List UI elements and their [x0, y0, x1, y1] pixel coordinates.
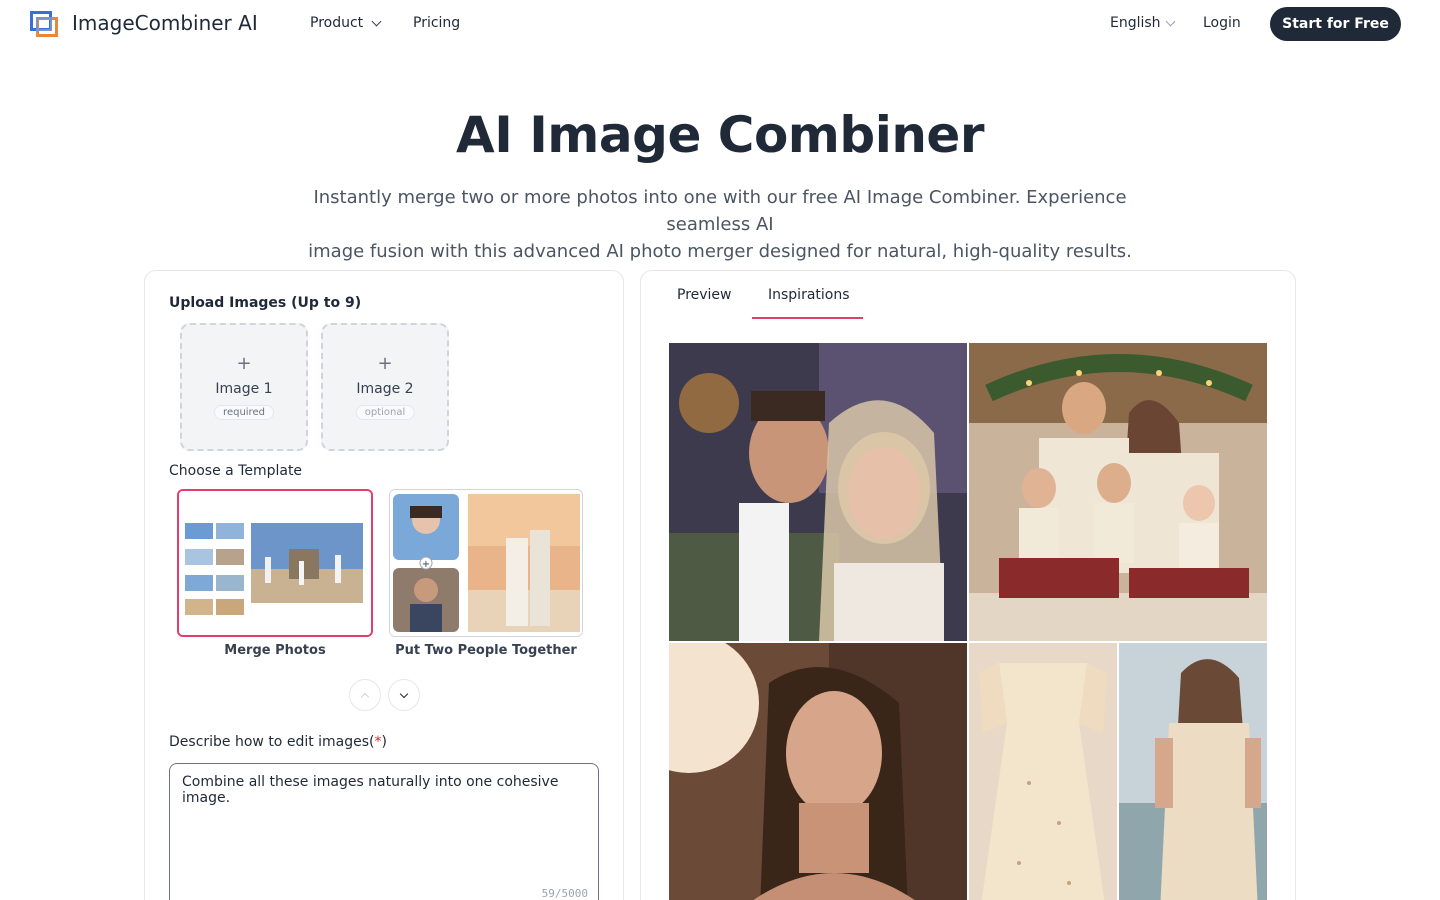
svg-text:+: + [422, 559, 430, 570]
chevron-down-icon [399, 689, 409, 698]
nav-pricing[interactable]: Pricing [413, 15, 460, 31]
template-label: Choose a Template [169, 463, 303, 479]
template-two-people[interactable]: + [389, 489, 583, 637]
prompt-textarea[interactable]: Combine all these images naturally into … [169, 763, 599, 900]
language-select[interactable]: English [1110, 15, 1176, 31]
tab-inspirations[interactable]: Inspirations [768, 287, 850, 303]
logo-icon[interactable] [30, 11, 58, 37]
inspiration-family-image[interactable] [969, 343, 1267, 641]
nav-product-label: Product [310, 15, 364, 31]
preview-panel: Preview Inspirations [640, 270, 1296, 900]
template-label-merge-photos: Merge Photos [224, 643, 326, 658]
scroll-up-button[interactable] [349, 679, 381, 711]
character-counter: 59/5000 [541, 887, 588, 900]
inspiration-model-image[interactable] [1119, 643, 1267, 900]
brand-name[interactable]: ImageCombiner AI [72, 11, 258, 35]
plus-icon: + [236, 353, 252, 374]
inspiration-couple-image[interactable] [669, 343, 967, 641]
two-people-thumbnail: + [390, 490, 582, 636]
start-free-button[interactable]: Start for Free [1270, 7, 1401, 41]
chevron-down-icon [1165, 16, 1176, 26]
upload-slot-name: Image 1 [215, 381, 273, 397]
template-label-two-people: Put Two People Together [395, 643, 577, 658]
tab-preview[interactable]: Preview [677, 287, 732, 303]
editor-panel: Upload Images (Up to 9) + Image 1 requir… [144, 270, 624, 900]
chevron-up-icon [360, 692, 370, 701]
scroll-down-button[interactable] [388, 679, 420, 711]
upload-label: Upload Images (Up to 9) [169, 295, 362, 311]
prompt-text: Combine all these images naturally into … [182, 774, 559, 806]
upload-slot-name: Image 2 [356, 381, 414, 397]
plus-icon: + [377, 353, 393, 374]
top-nav: ImageCombiner AI Product Pricing English… [0, 0, 1440, 48]
login-link[interactable]: Login [1203, 15, 1241, 31]
required-badge: required [214, 405, 274, 420]
inspiration-portrait-image[interactable] [669, 643, 967, 900]
upload-slot-image-1[interactable]: + Image 1 required [180, 323, 308, 451]
page-subtitle: Instantly merge two or more photos into … [270, 184, 1170, 265]
required-asterisk: * [374, 734, 382, 750]
inspiration-dress-image[interactable] [969, 643, 1117, 900]
chevron-down-icon [371, 16, 382, 26]
subtitle-line-1: Instantly merge two or more photos into … [313, 187, 1127, 235]
active-tab-indicator [752, 317, 863, 319]
template-merge-photos[interactable] [177, 489, 373, 637]
nav-product[interactable]: Product [310, 15, 382, 31]
upload-slot-image-2[interactable]: + Image 2 optional [321, 323, 449, 451]
page-title: AI Image Combiner [456, 106, 985, 164]
language-label: English [1110, 15, 1161, 31]
subtitle-line-2: image fusion with this advanced AI photo… [308, 241, 1132, 262]
describe-label: Describe how to edit images(*) [169, 734, 387, 750]
merge-photos-thumbnail [179, 491, 371, 635]
optional-badge: optional [355, 405, 415, 420]
